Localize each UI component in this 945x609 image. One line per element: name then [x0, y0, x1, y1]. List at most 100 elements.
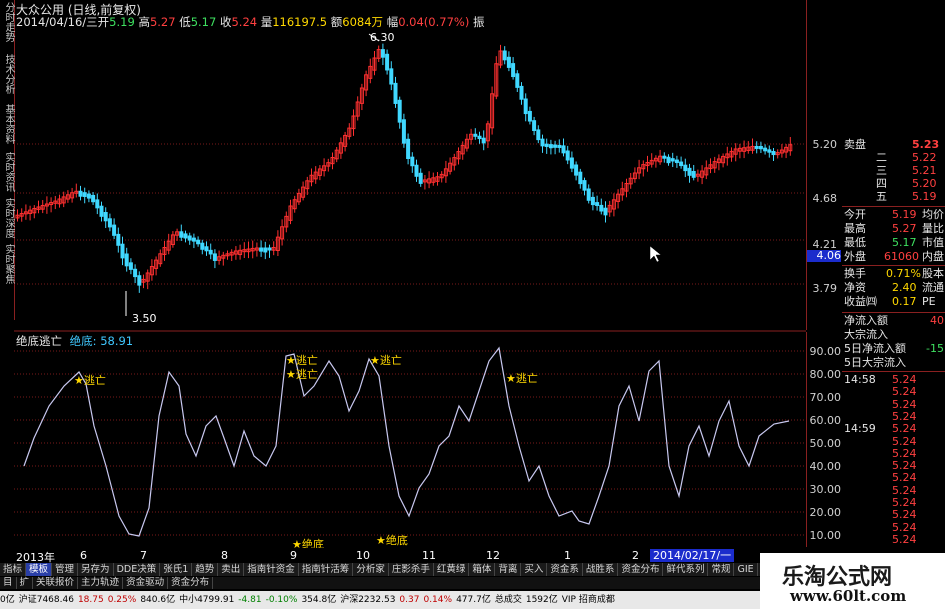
candle-body [204, 246, 209, 252]
ticker-item: 0.25% [107, 595, 137, 605]
tab-tabbar1-4[interactable]: DDE决策 [114, 563, 161, 576]
ticker-item: 中小4799.91 [179, 595, 235, 605]
ticker-item: 0.37 [399, 595, 420, 605]
tab-depth[interactable]: 实时深度 [1, 198, 14, 238]
tab-tabbar2-2[interactable]: 关联报价 [33, 577, 79, 589]
candle-body [267, 247, 272, 251]
tab-tabbar1-2[interactable]: 管理 [52, 563, 79, 576]
tab-tabbar1-8[interactable]: 指南针资金 [244, 563, 299, 576]
tick-price: 5.24 [892, 471, 917, 485]
tab-tabbar1-9[interactable]: 指南针活筹 [299, 563, 354, 576]
candle-body [389, 68, 394, 85]
divider [842, 206, 945, 207]
osc-tick: 50.00 [809, 437, 842, 450]
tick-price: 5.24 [892, 496, 917, 509]
candle-body [687, 167, 692, 176]
tab-tabbar2-3[interactable]: 主力轨迹 [78, 577, 124, 589]
candle-body [544, 143, 549, 147]
tick-price: 5.24 [892, 385, 917, 399]
tab-tabbar1-5[interactable]: 张氏1 [160, 563, 193, 576]
candle-body [259, 247, 264, 252]
tab-tabbar1-17[interactable]: 战胜系 [583, 563, 619, 576]
candle-body [116, 233, 121, 246]
candle-body [565, 150, 570, 161]
bottom-signal-label: ★绝底 [292, 537, 324, 548]
ticker-item: 354.8亿 [301, 595, 337, 605]
candle-body [674, 159, 679, 164]
candle-body [603, 207, 608, 216]
tick-list: 14:58 5.24 5.24 5.24 5.24 14:59 5.24 5.24 5.24 5.… [842, 373, 945, 553]
tick-row: 5.24 [842, 496, 945, 509]
time-tick: 8 [221, 549, 228, 562]
ticker-item: -4.81 [238, 595, 262, 605]
candle-body [771, 151, 776, 156]
candle-body [679, 161, 684, 167]
tick-row: 5.24 [842, 533, 945, 546]
tab-fundamentals[interactable]: 基本资料 [1, 104, 14, 144]
tab-tabbar1-19[interactable]: 鲜代系列 [663, 563, 709, 576]
tick-price: 5.24 [892, 508, 917, 522]
tick-row: 5.24 [842, 508, 945, 521]
tab-tabbar1-1[interactable]: 模板 [26, 563, 53, 576]
tick-price: 5.24 [892, 409, 917, 423]
tab-tabbar1-7[interactable]: 卖出 [218, 563, 245, 576]
divider [842, 312, 945, 313]
time-tick: 9 [290, 549, 297, 562]
tab-tabbar1-6[interactable]: 趋势 [192, 563, 219, 576]
candle-body [511, 63, 516, 78]
tab-tabbar1-3[interactable]: 另存为 [78, 563, 114, 576]
tick-row: 14:59 5.24 [842, 422, 945, 435]
tab-tabbar2-0[interactable]: 目 [0, 577, 17, 589]
ticker-item: 477.7亿 [456, 595, 491, 605]
osc-tick: 90.00 [809, 345, 842, 358]
candle-body [179, 231, 184, 238]
tab-focus[interactable]: 实时聚焦 [1, 244, 14, 284]
candle-body [590, 196, 595, 206]
tick-row: 5.24 [842, 435, 945, 448]
candle-body [393, 82, 398, 104]
price-high-annotation: 6.30 [370, 31, 395, 44]
tab-intraday[interactable]: 分时走势 [1, 2, 14, 42]
tab-tabbar1-13[interactable]: 箱体 [469, 563, 496, 576]
tab-tabbar1-16[interactable]: 资金系 [547, 563, 583, 576]
escape-signal-label: ★逃亡 [506, 371, 538, 385]
kline-chart[interactable]: 6.30 3.50 ★逃亡★逃亡★逃亡★逃亡★逃亡★绝底 ★绝底 [14, 26, 806, 548]
tab-technical[interactable]: 技术分析 [1, 54, 14, 94]
tab-tabbar1-12[interactable]: 红黄绿 [434, 563, 470, 576]
candle-body [754, 145, 759, 149]
tick-price: 5.24 [892, 532, 917, 546]
candle-body [519, 85, 524, 100]
tick-time: 14:59 [844, 422, 876, 436]
tab-tabbar1-0[interactable]: 指标 [0, 563, 27, 576]
candle-body [595, 202, 600, 206]
crosshair-date-tag: 2014/02/17/一 [650, 549, 735, 562]
tick-price: 5.24 [892, 483, 917, 497]
ticker-item: 沪深2232.53 [340, 595, 396, 605]
osc-tick: 30.00 [809, 483, 842, 496]
osc-tick: 80.00 [809, 368, 842, 381]
candle-body [536, 129, 541, 141]
candle-body [523, 98, 528, 115]
tab-tabbar2-5[interactable]: 资金分布 [168, 577, 214, 589]
tab-tabbar1-20[interactable]: 常规 [708, 563, 735, 576]
tab-tabbar1-15[interactable]: 买入 [521, 563, 548, 576]
candle-body [107, 218, 112, 228]
ticker-item: 840.6亿 [140, 595, 176, 605]
price-low-annotation: 3.50 [132, 312, 157, 325]
candle-body [540, 138, 545, 147]
tab-tabbar2-4[interactable]: 资金驱动 [123, 577, 169, 589]
candle-body [124, 253, 129, 267]
candle-body [99, 205, 104, 217]
tick-row: 14:58 5.24 [842, 373, 945, 386]
tab-news[interactable]: 实时资讯 [1, 152, 14, 192]
tab-tabbar1-21[interactable]: GIE [734, 563, 758, 576]
tab-tabbar1-10[interactable]: 分析家 [353, 563, 389, 576]
tab-tabbar2-1[interactable]: 扩 [17, 577, 34, 589]
tab-tabbar1-18[interactable]: 资金分布 [618, 563, 664, 576]
tab-tabbar1-14[interactable]: 背离 [495, 563, 522, 576]
candle-body [410, 156, 415, 167]
candle-body [397, 99, 402, 123]
osc-tick: 70.00 [809, 391, 842, 404]
tab-tabbar1-11[interactable]: 庄影杀手 [389, 563, 434, 576]
candle-body [527, 110, 532, 122]
